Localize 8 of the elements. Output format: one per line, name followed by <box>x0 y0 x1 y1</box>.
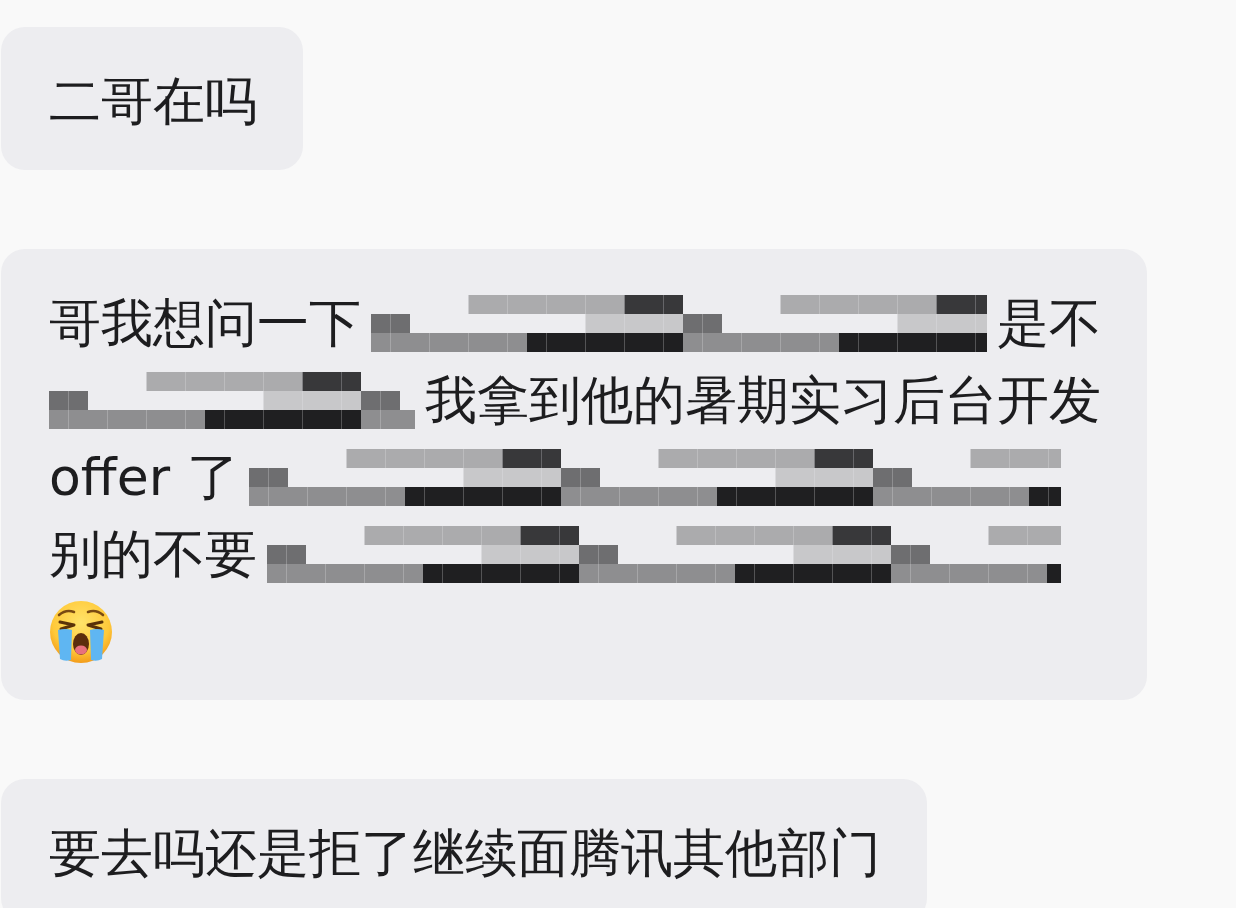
message-text: 我拿到他的暑期实习后台开发 <box>425 369 1101 432</box>
message-text: offer 了 <box>49 446 239 509</box>
message-text: 哥我想问一下 <box>49 292 361 355</box>
crying-face-icon <box>49 599 113 664</box>
message-text: 二哥在吗 <box>49 70 257 133</box>
message-text: 别的不要 <box>49 523 257 586</box>
message-text: 是不 <box>997 292 1101 355</box>
message-text: 要去吗还是拒了继续面腾讯其他部门 <box>49 822 881 885</box>
